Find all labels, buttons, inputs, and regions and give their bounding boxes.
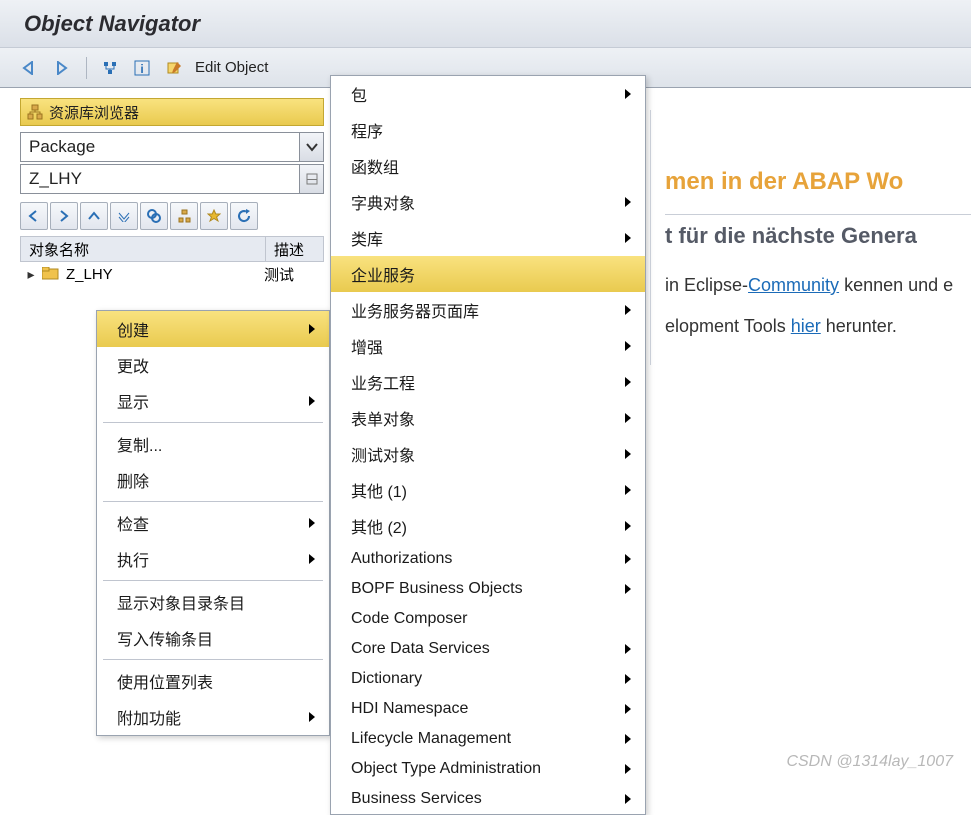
submenu-class-lib[interactable]: 类库 (331, 220, 645, 256)
folder-icon (42, 267, 60, 281)
submenu-program[interactable]: 程序 (331, 112, 645, 148)
expand-icon[interactable]: ▸ (20, 266, 42, 283)
submenu-authorizations[interactable]: Authorizations (331, 544, 645, 574)
menu-change[interactable]: 更改 (97, 347, 329, 383)
menu-separator (103, 659, 323, 660)
submenu-package[interactable]: 包 (331, 76, 645, 112)
back-icon[interactable] (18, 55, 44, 81)
up-icon[interactable] (80, 202, 108, 230)
menu-display[interactable]: 显示 (97, 383, 329, 419)
watermark: CSDN @1314lay_1007 (786, 753, 953, 771)
page-title: Object Navigator (24, 11, 200, 37)
content-heading1: men in der ABAP Wo (665, 168, 971, 196)
link-community[interactable]: Community (748, 275, 839, 295)
submenu-cds[interactable]: Core Data Services (331, 634, 645, 664)
content-line1: in Eclipse-Community kennen und e (665, 275, 971, 296)
text: elopment Tools (665, 316, 791, 336)
text: herunter. (821, 316, 897, 336)
svg-text:i: i (140, 62, 143, 76)
col-desc: 描述 (266, 239, 312, 260)
browser-header-label: 资源库浏览器 (49, 102, 139, 123)
text: in Eclipse- (665, 275, 748, 295)
menu-show-dir[interactable]: 显示对象目录条目 (97, 584, 329, 620)
toolbar-separator (86, 57, 87, 79)
edit-object-icon[interactable] (161, 55, 187, 81)
submenu-form-obj[interactable]: 表单对象 (331, 400, 645, 436)
menu-create[interactable]: 创建 (97, 311, 329, 347)
link-hier[interactable]: hier (791, 316, 821, 336)
find-icon[interactable] (140, 202, 168, 230)
search-help-icon[interactable] (300, 164, 324, 194)
object-name-input[interactable] (20, 164, 300, 194)
forward-icon[interactable] (50, 55, 76, 81)
next-icon[interactable] (50, 202, 78, 230)
refresh-icon[interactable] (230, 202, 258, 230)
titlebar: Object Navigator (0, 0, 971, 48)
info-icon[interactable]: i (129, 55, 155, 81)
browser-header[interactable]: 资源库浏览器 (20, 98, 324, 126)
chevron-down-icon[interactable] (300, 132, 324, 162)
content-heading2: t für die nächste Genera (665, 214, 971, 249)
submenu-other1[interactable]: 其他 (1) (331, 472, 645, 508)
submenu-dictionary[interactable]: Dictionary (331, 664, 645, 694)
menu-execute[interactable]: 执行 (97, 541, 329, 577)
submenu-obj-type-admin[interactable]: Object Type Administration (331, 754, 645, 784)
hierarchy-icon[interactable] (97, 55, 123, 81)
col-name: 对象名称 (21, 237, 266, 261)
tree-row-label: Z_LHY (66, 266, 264, 283)
edit-object-label[interactable]: Edit Object (195, 59, 268, 76)
favorite-icon[interactable] (200, 202, 228, 230)
menu-write-transport[interactable]: 写入传输条目 (97, 620, 329, 656)
menu-separator (103, 580, 323, 581)
menu-where-used[interactable]: 使用位置列表 (97, 663, 329, 699)
tree-row-desc: 测试 (264, 264, 324, 285)
prev-icon[interactable] (20, 202, 48, 230)
object-name-row (20, 164, 324, 194)
context-menu-main: 创建 更改 显示 复制... 删除 检查 执行 显示对象目录条目 写入传输条目 … (96, 310, 330, 736)
context-menu-create: 包 程序 函数组 字典对象 类库 企业服务 业务服务器页面库 增强 业务工程 表… (330, 75, 646, 815)
menu-copy[interactable]: 复制... (97, 426, 329, 462)
submenu-bsp-lib[interactable]: 业务服务器页面库 (331, 292, 645, 328)
tree-header: 对象名称 描述 (20, 236, 324, 262)
submenu-dict-obj[interactable]: 字典对象 (331, 184, 645, 220)
submenu-code-composer[interactable]: Code Composer (331, 604, 645, 634)
object-type-value: Package (20, 132, 300, 162)
tree-icon (27, 104, 43, 120)
submenu-function-group[interactable]: 函数组 (331, 148, 645, 184)
submenu-enterprise-svc[interactable]: 企业服务 (331, 256, 645, 292)
text: kennen und e (839, 275, 953, 295)
submenu-business-eng[interactable]: 业务工程 (331, 364, 645, 400)
submenu-hdi[interactable]: HDI Namespace (331, 694, 645, 724)
submenu-business-services[interactable]: Business Services (331, 784, 645, 814)
menu-separator (103, 422, 323, 423)
tree-display-icon[interactable] (170, 202, 198, 230)
menu-delete[interactable]: 删除 (97, 462, 329, 498)
submenu-lifecycle[interactable]: Lifecycle Management (331, 724, 645, 754)
menu-additional[interactable]: 附加功能 (97, 699, 329, 735)
submenu-test-obj[interactable]: 测试对象 (331, 436, 645, 472)
menu-check[interactable]: 检查 (97, 505, 329, 541)
collapse-icon[interactable] (110, 202, 138, 230)
tree-body: ▸ Z_LHY 测试 (20, 262, 324, 286)
content-line2: elopment Tools hier herunter. (665, 316, 971, 337)
tree-row[interactable]: ▸ Z_LHY 测试 (20, 262, 324, 286)
object-type-selector[interactable]: Package (20, 132, 324, 162)
content-pane: men in der ABAP Wo t für die nächste Gen… (650, 110, 971, 365)
submenu-bopf[interactable]: BOPF Business Objects (331, 574, 645, 604)
submenu-other2[interactable]: 其他 (2) (331, 508, 645, 544)
submenu-enhancement[interactable]: 增强 (331, 328, 645, 364)
menu-separator (103, 501, 323, 502)
